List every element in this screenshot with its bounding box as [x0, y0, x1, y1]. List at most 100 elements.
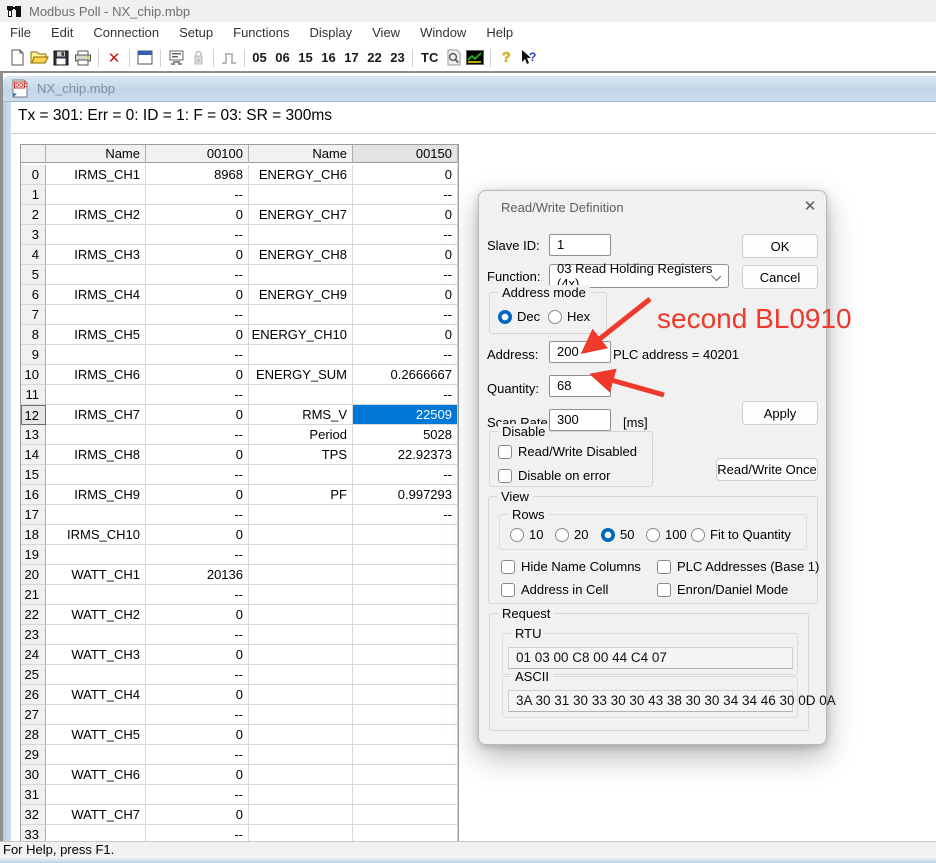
grid-cell[interactable]: WATT_CH7 [46, 805, 146, 825]
grid-cell[interactable]: IRMS_CH5 [46, 325, 146, 345]
grid-cell[interactable]: 0.997293 [353, 485, 458, 505]
grid-cell[interactable]: 8968 [146, 165, 249, 185]
grid-cell[interactable] [46, 665, 146, 685]
grid-cell[interactable]: IRMS_CH6 [46, 365, 146, 385]
checkbox-address-in-cell[interactable]: Address in Cell [501, 582, 608, 597]
grid-cell[interactable] [46, 465, 146, 485]
context-help-button[interactable]: ? [517, 47, 539, 68]
chart-view-button[interactable] [464, 47, 486, 68]
grid-cell[interactable] [353, 685, 458, 705]
menu-item-connection[interactable]: Connection [83, 22, 169, 44]
grid-cell[interactable]: IRMS_CH4 [46, 285, 146, 305]
menu-item-file[interactable]: File [0, 22, 41, 44]
grid-cell[interactable] [249, 305, 353, 325]
grid-cell[interactable]: WATT_CH6 [46, 765, 146, 785]
grid-cell[interactable] [249, 665, 353, 685]
function-15-button[interactable]: 15 [295, 50, 316, 65]
grid-cell[interactable]: ENERGY_CH7 [249, 205, 353, 225]
menu-item-setup[interactable]: Setup [169, 22, 223, 44]
help-button[interactable]: ? [495, 47, 517, 68]
grid-cell[interactable]: 0 [146, 725, 249, 745]
grid-cell[interactable]: 0 [146, 445, 249, 465]
grid-cell[interactable]: -- [146, 745, 249, 765]
grid-cell[interactable]: IRMS_CH2 [46, 205, 146, 225]
grid-cell[interactable] [353, 705, 458, 725]
grid-cell[interactable] [46, 625, 146, 645]
grid-cell[interactable] [353, 765, 458, 785]
new-file-button[interactable] [6, 47, 28, 68]
delete-button[interactable]: ✕ [103, 47, 125, 68]
grid-cell[interactable] [249, 725, 353, 745]
grid-cell[interactable] [46, 185, 146, 205]
grid-cell[interactable]: Period [249, 425, 353, 445]
grid-cell[interactable] [46, 425, 146, 445]
write-register-button[interactable] [187, 47, 209, 68]
grid-cell[interactable] [46, 545, 146, 565]
checkbox-read-write-disabled[interactable]: Read/Write Disabled [498, 444, 637, 459]
grid-cell[interactable]: IRMS_CH3 [46, 245, 146, 265]
grid-cell[interactable]: 0 [146, 805, 249, 825]
grid-cell[interactable] [46, 785, 146, 805]
grid-cell[interactable]: 0 [146, 205, 249, 225]
grid-cell[interactable]: -- [353, 385, 458, 405]
grid-cell[interactable] [46, 745, 146, 765]
grid-cell[interactable] [249, 805, 353, 825]
grid-cell[interactable] [353, 665, 458, 685]
grid-cell[interactable]: -- [353, 265, 458, 285]
grid-cell[interactable]: -- [146, 345, 249, 365]
print-button[interactable] [72, 47, 94, 68]
grid-cell[interactable]: RMS_V [249, 405, 353, 425]
grid-cell[interactable] [46, 345, 146, 365]
grid-cell[interactable]: ENERGY_CH10 [249, 325, 353, 345]
function-23-button[interactable]: 23 [387, 50, 408, 65]
grid-cell[interactable]: 0 [353, 325, 458, 345]
grid-cell[interactable] [46, 305, 146, 325]
grid-cell[interactable]: 5028 [353, 425, 458, 445]
grid-cell[interactable]: -- [146, 585, 249, 605]
grid-cell[interactable]: 0 [146, 485, 249, 505]
grid-cell[interactable]: ENERGY_CH9 [249, 285, 353, 305]
save-button[interactable] [50, 47, 72, 68]
grid-cell[interactable]: TPS [249, 445, 353, 465]
find-button[interactable] [442, 47, 464, 68]
grid-cell[interactable]: ENERGY_CH6 [249, 165, 353, 185]
grid-cell[interactable] [249, 785, 353, 805]
rows-radio-100[interactable]: 100 [646, 527, 687, 542]
grid-cell[interactable] [249, 765, 353, 785]
grid-cell[interactable]: 0 [146, 405, 249, 425]
grid-cell[interactable] [249, 185, 353, 205]
grid-cell[interactable]: 0 [353, 245, 458, 265]
grid-cell[interactable] [249, 385, 353, 405]
display-setup-button[interactable] [134, 47, 156, 68]
grid-cell[interactable] [353, 565, 458, 585]
apply-button[interactable]: Apply [742, 401, 818, 425]
pulse-button[interactable] [218, 47, 240, 68]
grid-cell[interactable]: -- [146, 265, 249, 285]
grid-cell[interactable]: 0 [146, 365, 249, 385]
grid-cell[interactable] [353, 625, 458, 645]
grid-cell[interactable]: -- [146, 705, 249, 725]
grid-cell[interactable]: -- [146, 785, 249, 805]
test-center-button[interactable]: TC [417, 50, 442, 65]
grid-cell[interactable] [249, 545, 353, 565]
cancel-button[interactable]: Cancel [742, 265, 818, 289]
slave-id-input[interactable]: 1 [549, 234, 611, 256]
grid-cell[interactable] [249, 265, 353, 285]
menu-item-window[interactable]: Window [410, 22, 476, 44]
grid-selected-cell[interactable]: 22509 [353, 405, 458, 425]
grid-cell[interactable]: 22.92373 [353, 445, 458, 465]
menu-item-functions[interactable]: Functions [223, 22, 299, 44]
grid-cell[interactable]: 0.2666667 [353, 365, 458, 385]
grid-cell[interactable]: -- [146, 505, 249, 525]
grid-cell[interactable] [249, 505, 353, 525]
grid-cell[interactable]: 0 [146, 765, 249, 785]
grid-cell[interactable] [353, 745, 458, 765]
grid-cell[interactable]: 0 [146, 525, 249, 545]
grid-cell[interactable]: 20136 [146, 565, 249, 585]
menu-item-view[interactable]: View [362, 22, 410, 44]
grid-cell[interactable]: 0 [353, 165, 458, 185]
grid-cell[interactable] [353, 785, 458, 805]
grid-cell[interactable]: 0 [146, 685, 249, 705]
grid-cell[interactable] [46, 265, 146, 285]
checkbox-enron-daniel-mode[interactable]: Enron/Daniel Mode [657, 582, 788, 597]
